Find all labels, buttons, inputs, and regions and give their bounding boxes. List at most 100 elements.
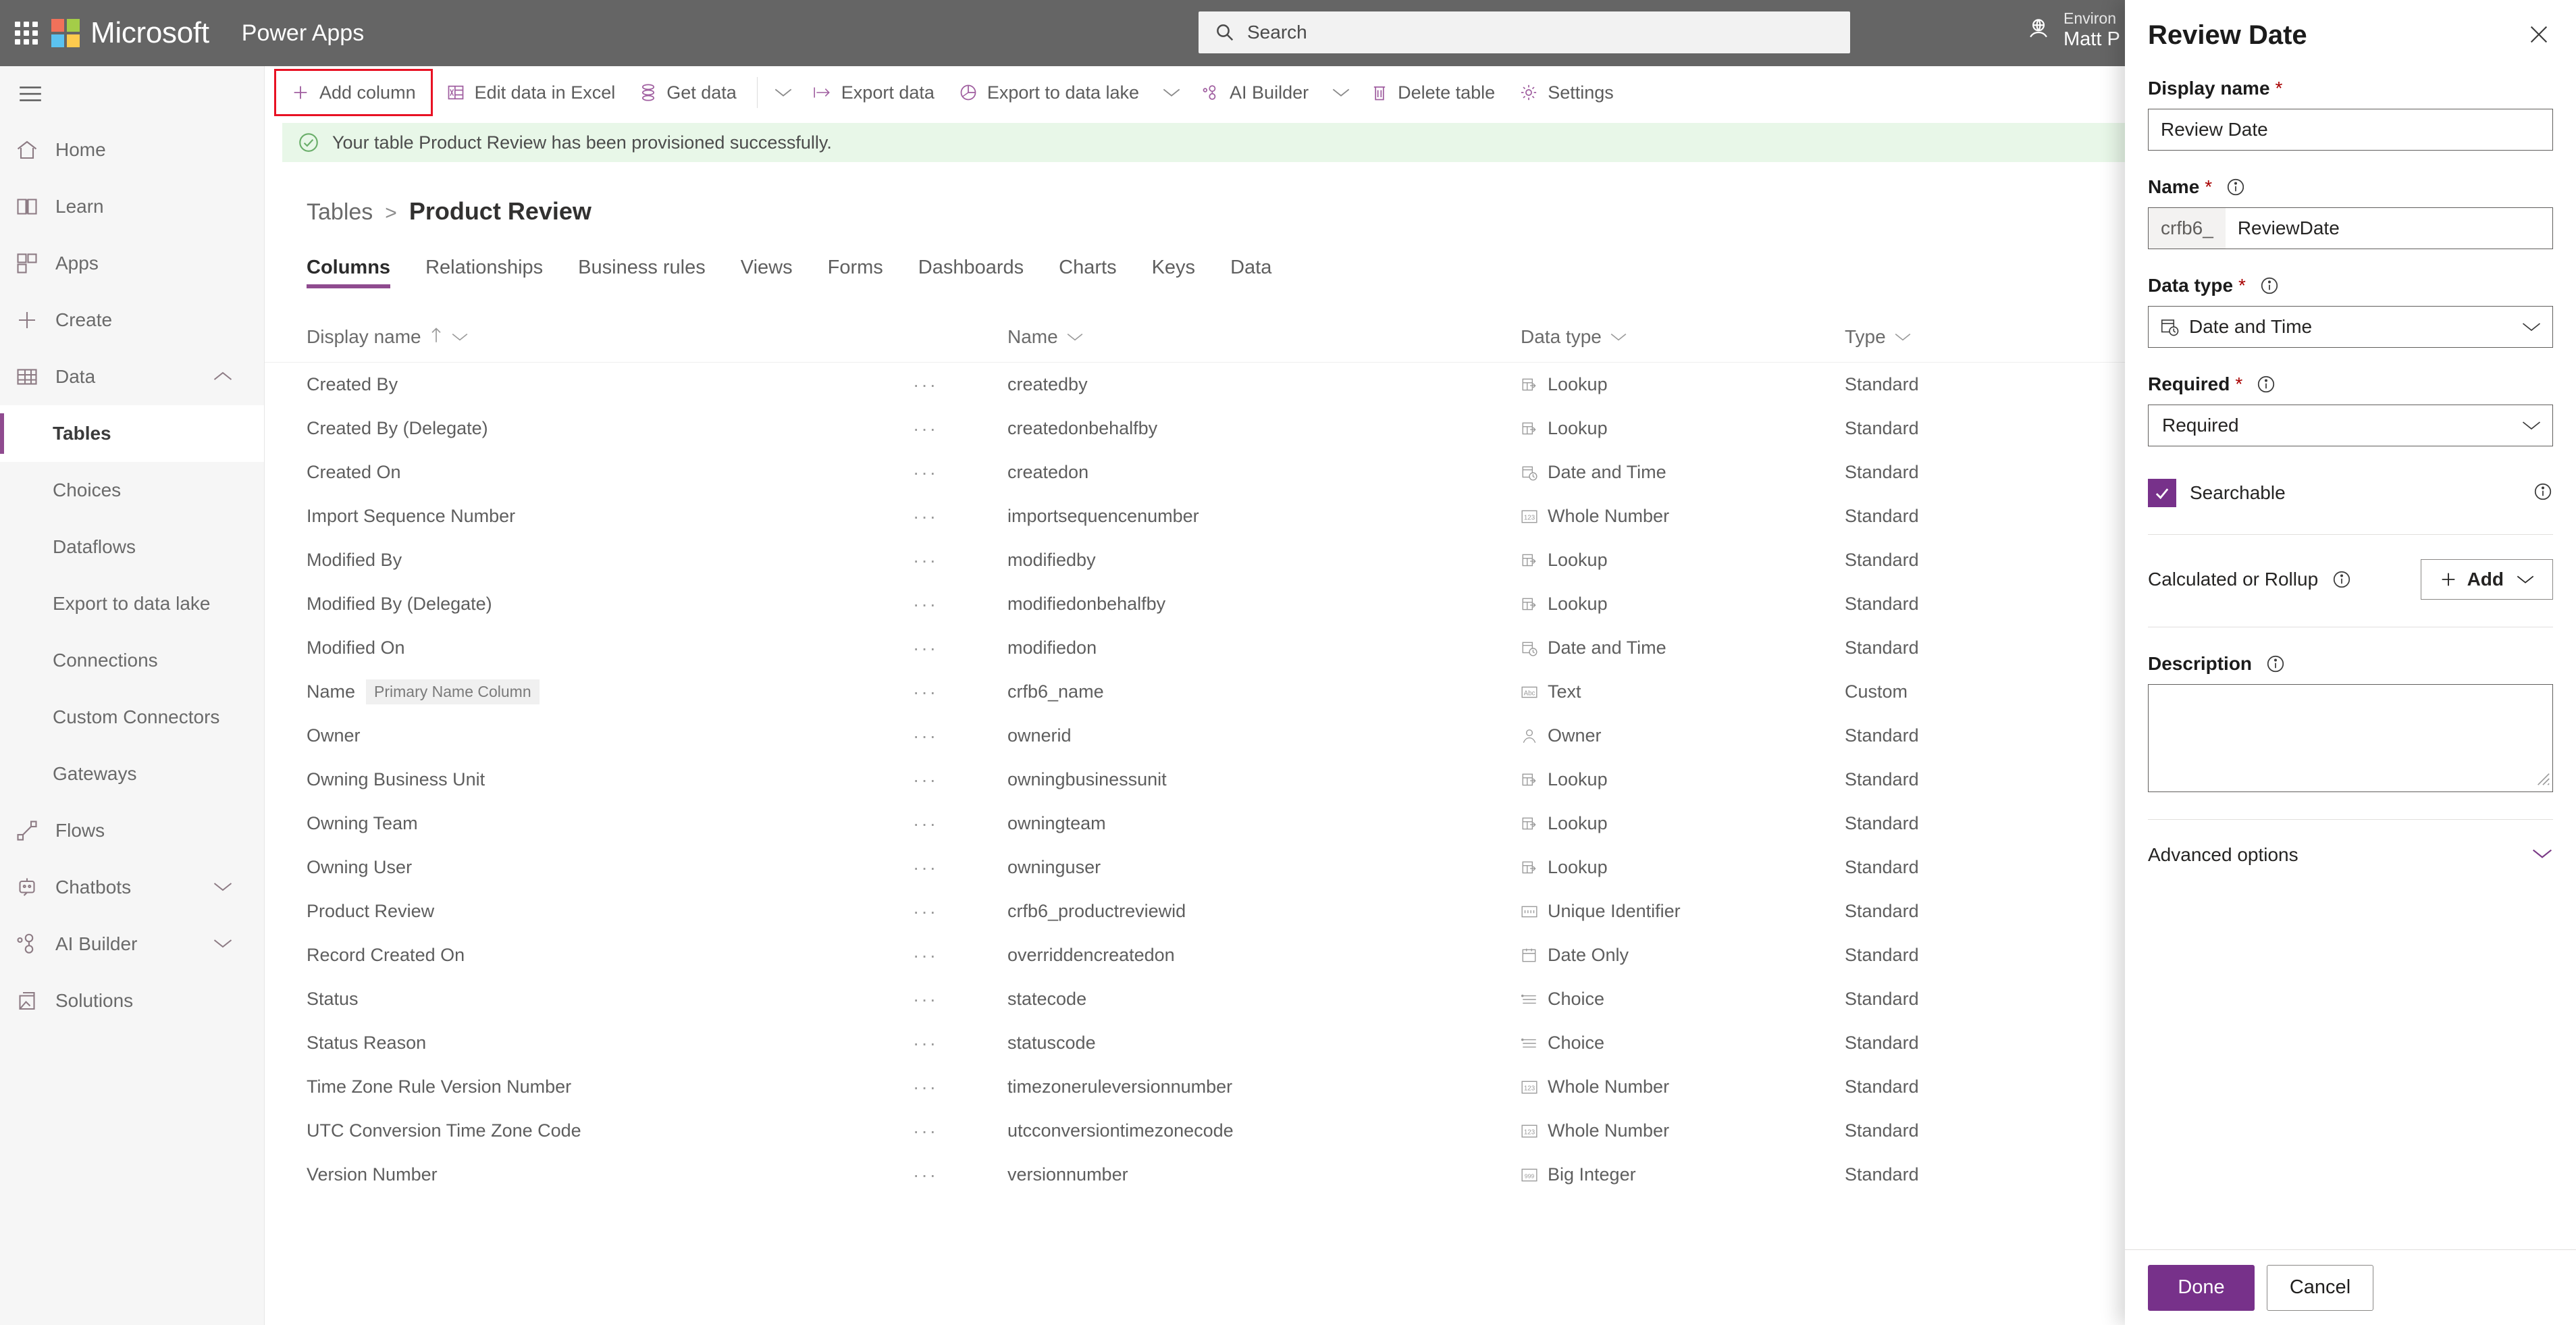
tab-columns[interactable]: Columns	[307, 257, 391, 288]
chevron-down-icon[interactable]	[1894, 332, 1912, 342]
sidebar-item-gateways[interactable]: Gateways	[0, 746, 264, 802]
chevron-down-icon[interactable]	[2521, 321, 2542, 333]
info-icon[interactable]	[2259, 276, 2280, 296]
data-type-text: Choice	[1548, 989, 1605, 1009]
ellipsis-icon[interactable]: ···	[913, 1164, 1007, 1186]
ellipsis-icon[interactable]: ···	[913, 857, 1007, 879]
info-icon[interactable]	[2226, 177, 2246, 197]
name-value[interactable]: ReviewDate	[2226, 208, 2552, 249]
tab-business-rules[interactable]: Business rules	[578, 257, 706, 288]
close-icon[interactable]	[2525, 20, 2553, 52]
ellipsis-icon[interactable]: ···	[913, 725, 1007, 747]
chevron-down-icon[interactable]	[764, 72, 802, 113]
ellipsis-icon[interactable]: ···	[913, 418, 1007, 440]
display-name-field[interactable]: Review Date	[2148, 109, 2553, 151]
tab-forms[interactable]: Forms	[828, 257, 883, 288]
sidebar-item-solutions[interactable]: Solutions	[0, 972, 264, 1029]
advanced-options-toggle[interactable]: Advanced options	[2148, 844, 2553, 866]
ellipsis-icon[interactable]: ···	[913, 1033, 1007, 1054]
sidebar-item-create[interactable]: Create	[0, 292, 264, 348]
cancel-button[interactable]: Cancel	[2267, 1264, 2373, 1311]
sidebar-item-export-to-data-lake[interactable]: Export to data lake	[0, 575, 264, 632]
ellipsis-icon[interactable]: ···	[913, 945, 1007, 966]
ellipsis-icon[interactable]: ···	[913, 462, 1007, 484]
required-select[interactable]: Required	[2148, 405, 2553, 446]
data-type-select[interactable]: Date and Time	[2148, 306, 2553, 348]
tab-keys[interactable]: Keys	[1152, 257, 1195, 288]
chevron-up-icon[interactable]	[213, 366, 233, 388]
tab-views[interactable]: Views	[741, 257, 793, 288]
sidebar-item-custom-connectors[interactable]: Custom Connectors	[0, 689, 264, 746]
settings-button[interactable]: Settings	[1508, 72, 1625, 113]
sidebar-item-apps[interactable]: Apps	[0, 235, 264, 292]
done-button[interactable]: Done	[2148, 1264, 2255, 1311]
chevron-down-icon[interactable]	[213, 877, 233, 898]
tab-data[interactable]: Data	[1230, 257, 1271, 288]
ellipsis-icon[interactable]: ···	[913, 989, 1007, 1010]
chevron-down-icon[interactable]	[2531, 847, 2553, 864]
ellipsis-icon[interactable]: ···	[913, 813, 1007, 835]
environment-selector[interactable]: Environ Matt P	[2026, 9, 2120, 51]
name-field[interactable]: crfb6_ ReviewDate	[2148, 207, 2553, 249]
column-header-name[interactable]: Name	[1007, 326, 1521, 348]
info-icon[interactable]	[2533, 482, 2553, 505]
edit-data-in-excel-button[interactable]: Edit data in Excel	[436, 72, 627, 113]
ai-builder-button[interactable]: AI Builder	[1190, 72, 1319, 113]
chevron-down-icon[interactable]	[1153, 72, 1190, 113]
info-icon[interactable]	[2265, 654, 2286, 674]
sidebar-item-label: Flows	[55, 820, 105, 841]
sidebar-item-flows[interactable]: Flows	[0, 802, 264, 859]
sidebar-item-home[interactable]: Home	[0, 122, 264, 178]
column-header-data-type[interactable]: Data type	[1521, 326, 1627, 348]
chevron-down-icon[interactable]	[2516, 573, 2535, 586]
sidebar-item-chatbots[interactable]: Chatbots	[0, 859, 264, 916]
sidebar-item-tables[interactable]: Tables	[0, 405, 264, 462]
get-data-button[interactable]: Get data	[629, 72, 747, 113]
breadcrumb-tables-link[interactable]: Tables	[307, 199, 373, 226]
add-calculation-button[interactable]: Add	[2420, 559, 2553, 600]
ellipsis-icon[interactable]: ···	[913, 901, 1007, 923]
arrow-up-icon	[429, 326, 443, 348]
sidebar-item-data[interactable]: Data	[0, 348, 264, 405]
ellipsis-icon[interactable]: ···	[913, 506, 1007, 527]
description-textarea[interactable]	[2148, 684, 2553, 792]
ellipsis-icon[interactable]: ···	[913, 1076, 1007, 1098]
tab-charts[interactable]: Charts	[1059, 257, 1116, 288]
waffle-icon[interactable]	[15, 22, 38, 45]
export-to-data-lake-button[interactable]: Export to data lake	[948, 72, 1150, 113]
info-icon[interactable]	[2332, 569, 2352, 590]
resize-handle-icon[interactable]	[2535, 771, 2550, 789]
ellipsis-icon[interactable]: ···	[913, 374, 1007, 396]
column-header-display-name[interactable]: Display name	[307, 326, 469, 348]
ellipsis-icon[interactable]: ···	[913, 594, 1007, 615]
column-header-type[interactable]: Type	[1845, 326, 2142, 348]
display-name-label-row: Display name *	[2148, 78, 2553, 99]
chevron-down-icon[interactable]	[1610, 332, 1627, 342]
sidebar-item-ai-builder[interactable]: AI Builder	[0, 916, 264, 972]
ellipsis-icon[interactable]: ···	[913, 769, 1007, 791]
sidebar-item-choices[interactable]: Choices	[0, 462, 264, 519]
chevron-down-icon[interactable]	[451, 332, 469, 342]
info-icon[interactable]	[2256, 374, 2276, 394]
sidebar-item-learn[interactable]: Learn	[0, 178, 264, 235]
chevron-down-icon[interactable]	[2521, 419, 2542, 432]
ellipsis-icon[interactable]: ···	[913, 1120, 1007, 1142]
chevron-down-icon[interactable]	[1322, 72, 1360, 113]
chevron-down-icon[interactable]	[1066, 332, 1084, 342]
add-column-button[interactable]: Add column	[274, 69, 433, 116]
ellipsis-icon[interactable]: ···	[913, 681, 1007, 703]
plus-icon	[291, 83, 310, 102]
sidebar-item-dataflows[interactable]: Dataflows	[0, 519, 264, 575]
tab-dashboards[interactable]: Dashboards	[918, 257, 1024, 288]
hamburger-icon[interactable]	[0, 66, 265, 122]
sidebar-item-connections[interactable]: Connections	[0, 632, 264, 689]
export-data-button[interactable]: Export data	[802, 72, 945, 113]
delete-table-button[interactable]: Delete table	[1360, 72, 1506, 113]
tab-relationships[interactable]: Relationships	[425, 257, 543, 288]
ellipsis-icon[interactable]: ···	[913, 550, 1007, 571]
search-input[interactable]: Search	[1199, 11, 1850, 53]
searchable-checkbox[interactable]	[2148, 479, 2176, 507]
lookup-icon	[1521, 815, 1538, 833]
chevron-down-icon[interactable]	[213, 933, 233, 955]
ellipsis-icon[interactable]: ···	[913, 638, 1007, 659]
